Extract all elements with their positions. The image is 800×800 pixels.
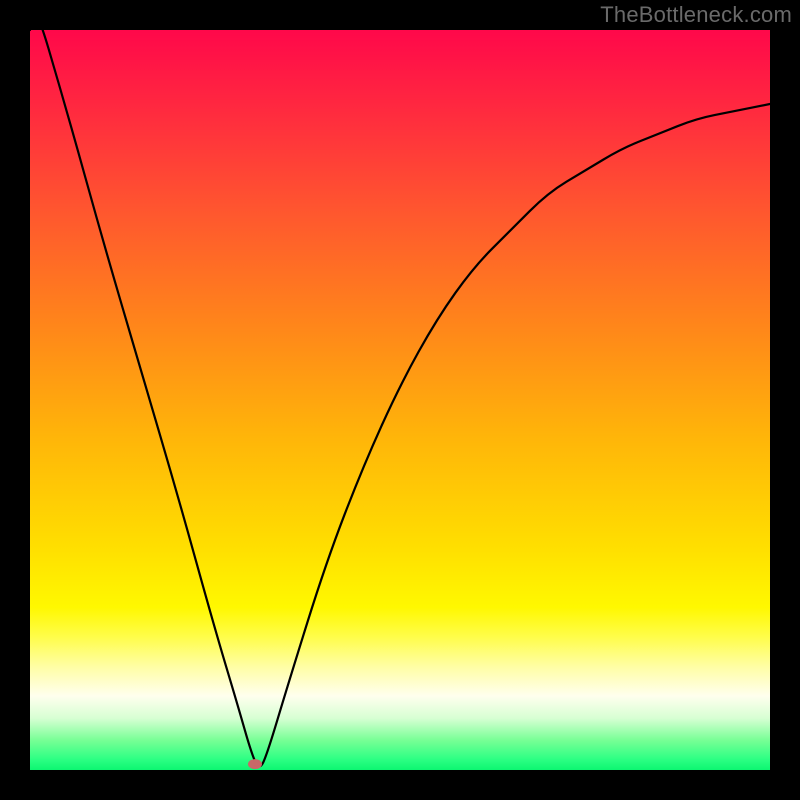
plot-area <box>30 30 770 770</box>
chart-container: TheBottleneck.com <box>0 0 800 800</box>
gradient-background <box>30 30 770 770</box>
bottleneck-chart-svg <box>30 30 770 770</box>
watermark-text: TheBottleneck.com <box>600 2 792 28</box>
minimum-marker <box>248 759 262 769</box>
